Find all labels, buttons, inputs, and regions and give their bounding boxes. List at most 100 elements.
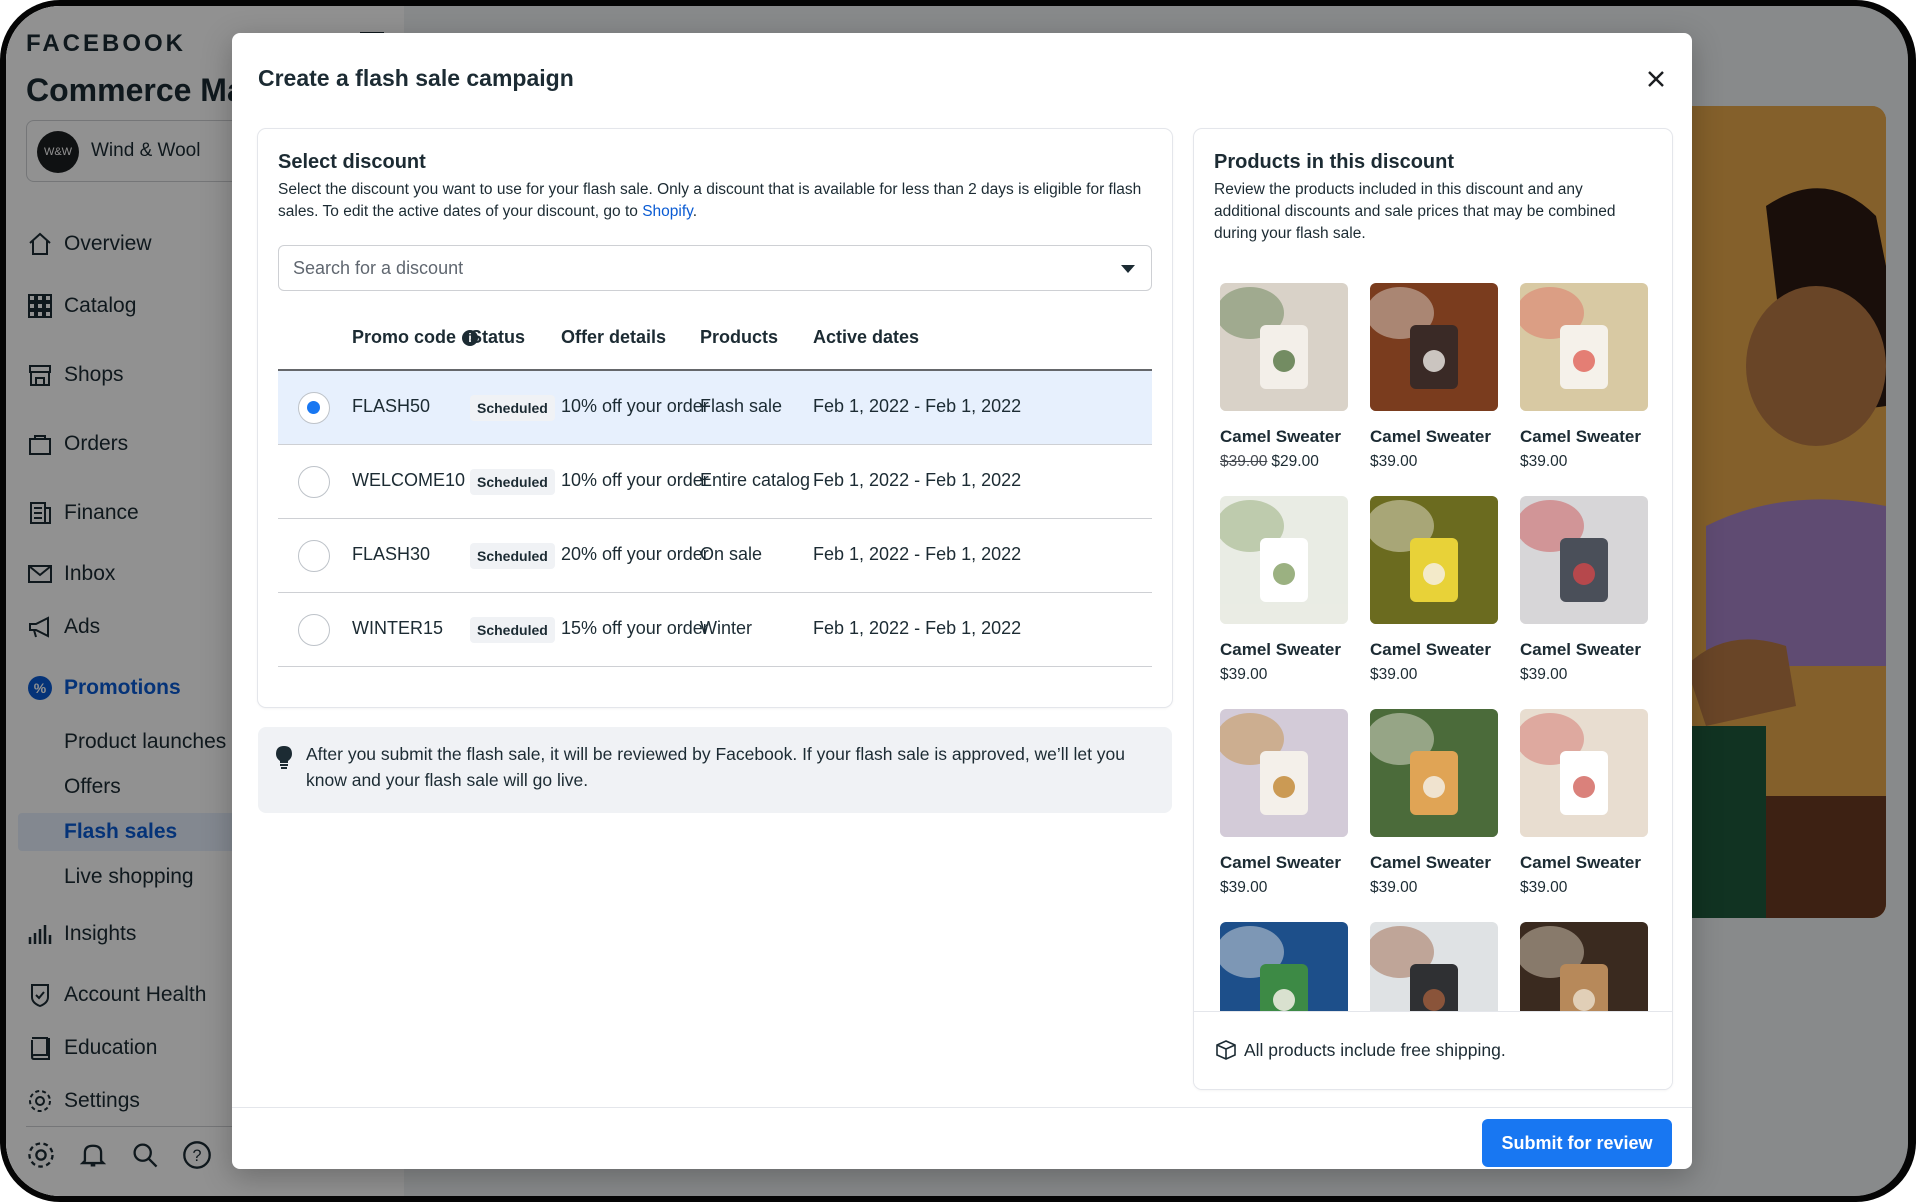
shipping-note: All products include free shipping. [1194, 1011, 1672, 1089]
current-price: $39.00 [1520, 453, 1568, 470]
product-price: $39.00 $29.00 [1220, 453, 1348, 471]
current-price: $39.00 [1370, 453, 1418, 470]
promo-code: FLASH30 [352, 544, 431, 564]
radio-unselected[interactable] [298, 540, 330, 572]
product-image [1370, 922, 1498, 1017]
discount-search-input[interactable] [279, 246, 1151, 290]
product-price: $39.00 [1370, 453, 1498, 471]
product-price: $39.00 [1220, 879, 1348, 897]
product-name: Camel Sweater [1370, 427, 1491, 446]
current-price: $39.00 [1220, 666, 1268, 683]
review-notice: After you submit the flash sale, it will… [258, 727, 1172, 813]
column-label: Promo code [352, 327, 457, 347]
notice-text: After you submit the flash sale, it will… [306, 744, 1126, 790]
close-icon [1647, 70, 1665, 93]
product-price: $39.00 [1520, 453, 1648, 471]
shipping-text: All products include free shipping. [1244, 1040, 1506, 1060]
product-price: $39.00 [1520, 666, 1648, 684]
product-price: $39.00 [1220, 666, 1348, 684]
current-price: $39.00 [1370, 666, 1418, 683]
promo-code: WINTER15 [352, 618, 444, 638]
product-tile[interactable]: Camel Sweater $39.00 [1220, 496, 1348, 684]
flash-sale-modal: Create a flash sale campaign Select disc… [232, 33, 1692, 1169]
section-title: Products in this discount [1214, 151, 1455, 173]
radio-unselected[interactable] [298, 466, 330, 498]
device-frame: FACEBOOK Commerce Ma W&W Wind & Wool Ove… [0, 0, 1916, 1202]
table-row[interactable]: FLASH50 Scheduled 10% off your order Fla… [278, 371, 1152, 445]
radio-selected[interactable] [298, 392, 330, 424]
footer-divider [232, 1107, 1692, 1108]
offer-details: 10% off your order [561, 470, 709, 490]
products-link[interactable]: On sale [700, 544, 762, 565]
status-badge: Scheduled [470, 617, 555, 643]
product-name: Camel Sweater [1520, 427, 1641, 446]
promo-code: FLASH50 [352, 396, 431, 416]
product-tile[interactable]: Camel Sweater $39.00 [1370, 709, 1498, 897]
product-name: Camel Sweater [1370, 640, 1491, 659]
products-link[interactable]: Entire catalog [700, 470, 810, 491]
product-image [1220, 709, 1348, 837]
product-tile[interactable]: Camel Sweater $39.00 [1520, 496, 1648, 684]
product-tile[interactable]: Camel Sweater $39.00 [1220, 709, 1348, 897]
modal-title: Create a flash sale campaign [258, 65, 574, 91]
active-dates: Feb 1, 2022 - Feb 1, 2022 [813, 470, 1022, 490]
package-icon [1216, 1040, 1236, 1060]
description-end: . [692, 203, 698, 220]
product-price: $39.00 [1370, 666, 1498, 684]
product-tile[interactable] [1520, 922, 1648, 1017]
products-link[interactable]: Winter [700, 618, 752, 639]
current-price: $39.00 [1370, 879, 1418, 896]
submit-for-review-button[interactable]: Submit for review [1482, 1119, 1672, 1167]
product-image [1220, 496, 1348, 624]
status-badge: Scheduled [470, 469, 555, 495]
table-header: Promo code i Status Offer details Product… [278, 307, 1152, 371]
product-name: Camel Sweater [1370, 853, 1491, 872]
active-dates: Feb 1, 2022 - Feb 1, 2022 [813, 396, 1022, 416]
product-tile[interactable]: Camel Sweater $39.00 $29.00 [1220, 283, 1348, 471]
radio-unselected[interactable] [298, 614, 330, 646]
current-price: $39.00 [1520, 879, 1568, 896]
product-tile[interactable]: Camel Sweater $39.00 [1520, 283, 1648, 471]
product-name: Camel Sweater [1220, 853, 1341, 872]
column-header-status: Status [470, 327, 526, 347]
current-price: $39.00 [1220, 879, 1268, 896]
column-header-products: Products [700, 327, 779, 347]
promo-code: WELCOME10 [352, 470, 466, 490]
section-description: Select the discount you want to use for … [278, 179, 1152, 223]
product-grid: Camel Sweater $39.00 $29.00 Camel Sweater $3… [1220, 283, 1650, 1017]
column-header-offer: Offer details [561, 327, 667, 347]
product-image [1370, 496, 1498, 624]
product-image [1520, 709, 1648, 837]
offer-details: 20% off your order [561, 544, 709, 564]
shopify-link[interactable]: Shopify [642, 203, 693, 220]
active-dates: Feb 1, 2022 - Feb 1, 2022 [813, 618, 1022, 638]
product-name: Camel Sweater [1520, 853, 1641, 872]
close-button[interactable] [1640, 65, 1672, 97]
product-tile[interactable]: Camel Sweater $39.00 [1370, 283, 1498, 471]
chevron-down-icon[interactable] [1121, 265, 1135, 273]
discount-search[interactable] [278, 245, 1152, 291]
active-dates: Feb 1, 2022 - Feb 1, 2022 [813, 544, 1022, 564]
product-price: $39.00 [1520, 879, 1648, 897]
discount-table: Promo code i Status Offer details Product… [278, 307, 1152, 667]
products-link[interactable]: Flash sale [700, 396, 782, 417]
table-row[interactable]: FLASH30 Scheduled 20% off your order On … [278, 519, 1152, 593]
column-header-dates: Active dates [813, 327, 920, 347]
current-price: $39.00 [1520, 666, 1568, 683]
product-tile[interactable]: Camel Sweater $39.00 [1520, 709, 1648, 897]
table-row[interactable]: WINTER15 Scheduled 15% off your order Wi… [278, 593, 1152, 667]
product-image [1370, 709, 1498, 837]
product-tile[interactable] [1370, 922, 1498, 1017]
offer-details: 15% off your order [561, 618, 709, 638]
section-description: Review the products included in this dis… [1214, 181, 1616, 242]
product-image [1520, 922, 1648, 1017]
product-tile[interactable] [1220, 922, 1348, 1017]
product-price: $39.00 [1370, 879, 1498, 897]
product-tile[interactable]: Camel Sweater $39.00 [1370, 496, 1498, 684]
product-name: Camel Sweater [1220, 427, 1341, 446]
section-title: Select discount [278, 151, 426, 173]
table-row[interactable]: WELCOME10 Scheduled 10% off your order E… [278, 445, 1152, 519]
product-image [1520, 496, 1648, 624]
screen: FACEBOOK Commerce Ma W&W Wind & Wool Ove… [6, 6, 1908, 1196]
description-text: Select the discount you want to use for … [278, 181, 1142, 220]
